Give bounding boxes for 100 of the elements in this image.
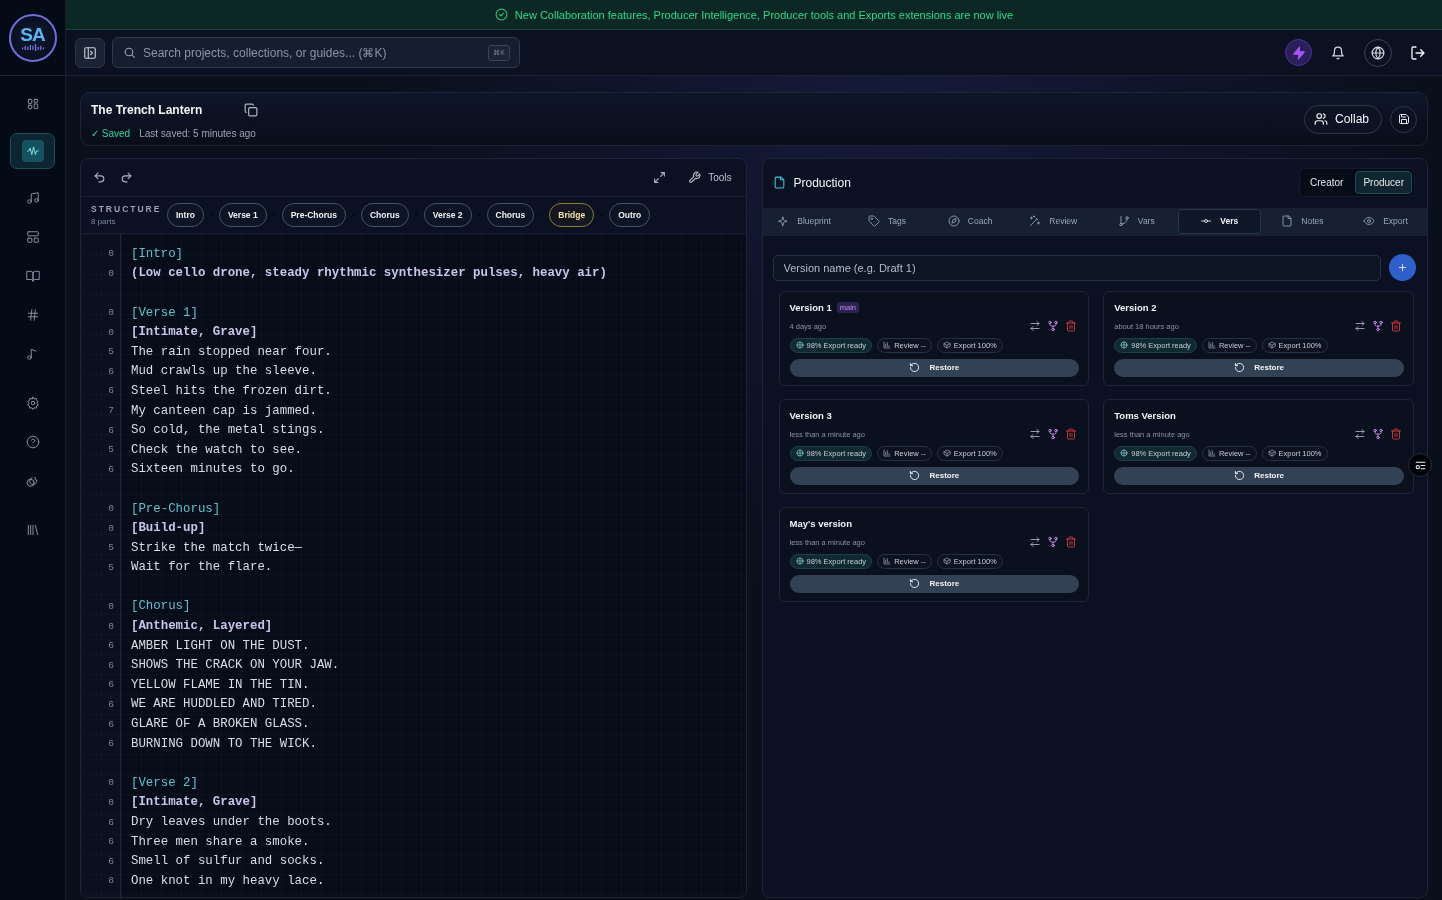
bar-chart-icon: [1207, 449, 1216, 458]
tab[interactable]: Notes: [1260, 208, 1344, 234]
branch-button[interactable]: [1372, 320, 1384, 333]
line-number: 6: [107, 679, 114, 691]
globe-icon: [1371, 45, 1385, 60]
mode-tab[interactable]: Creator: [1302, 171, 1352, 194]
section-tag: [Verse 2]: [131, 775, 198, 790]
box-icon: [1267, 341, 1276, 350]
delete-button[interactable]: [1390, 320, 1402, 333]
tab[interactable]: Coach: [928, 208, 1012, 234]
section-chip[interactable]: Verse 2: [423, 203, 472, 227]
line-number: 6: [107, 698, 114, 710]
section-chip[interactable]: Intro: [167, 203, 204, 227]
line-number: 0: [107, 267, 114, 279]
tab[interactable]: Tags: [845, 208, 929, 234]
tools-button[interactable]: Tools: [684, 168, 736, 187]
branch-icon: [1117, 215, 1130, 227]
section-chip[interactable]: Pre-Chorus: [281, 203, 346, 227]
line-number: 0: [107, 503, 114, 514]
line-number: 6: [107, 836, 114, 848]
section-tag: [Pre-Chorus]: [131, 501, 221, 516]
tab[interactable]: Review: [1011, 208, 1095, 234]
compass-icon: [947, 215, 960, 227]
nav-button[interactable]: [10, 133, 55, 169]
branch-button[interactable]: [1047, 536, 1060, 549]
lyric-line: Mud crawls up the sleeve.: [131, 364, 317, 379]
fork-icon: [1047, 536, 1060, 549]
sidebar-toggle-button[interactable]: [75, 37, 105, 68]
restore-icon: [909, 362, 921, 374]
line-number: 0: [107, 326, 114, 338]
direction-text: (Low cello drone, steady rhythmic synthesizer pulses, heavy air): [131, 266, 607, 281]
section-chip[interactable]: Chorus: [360, 203, 409, 227]
swap-icon: [1354, 428, 1366, 441]
version-name-field[interactable]: Version name (e.g. Draft 1): [772, 254, 1381, 281]
compare-button[interactable]: [1354, 428, 1366, 441]
sidebar-panel-icon: [83, 45, 97, 60]
box-icon: [942, 341, 951, 350]
compare-button[interactable]: [1029, 320, 1042, 333]
branch-button[interactable]: [1047, 428, 1060, 441]
mode-tab[interactable]: Producer: [1355, 171, 1412, 194]
line-number: 0: [107, 248, 114, 260]
compare-button[interactable]: [1354, 320, 1366, 333]
eye-icon: [1363, 215, 1376, 227]
box-icon: [942, 449, 951, 458]
branch-button[interactable]: [1047, 320, 1060, 333]
version-name: Toms Version: [1114, 410, 1176, 422]
tab[interactable]: Vars: [1094, 208, 1178, 234]
structure-label: STRUCTURE: [91, 204, 163, 214]
last-saved-text: Last saved: 5 minutes ago: [139, 127, 256, 139]
restore-icon: [909, 578, 921, 590]
restore-button[interactable]: Restore: [789, 358, 1080, 377]
box-icon: [1267, 449, 1276, 458]
lyric-line: So cold, the metal stings.: [131, 423, 325, 438]
compare-button[interactable]: [1029, 428, 1042, 441]
delete-button[interactable]: [1065, 428, 1078, 441]
globe-icon: [795, 341, 804, 350]
project-title[interactable]: The Trench Lantern: [91, 102, 241, 117]
section-chip[interactable]: Verse 1: [218, 203, 267, 227]
tab[interactable]: Vers: [1177, 208, 1261, 234]
waveform-icon: [21, 140, 44, 162]
section-chip[interactable]: Chorus: [486, 203, 535, 227]
line-number: 6: [107, 718, 114, 730]
lyric-line: Wait for the flare.: [131, 560, 273, 575]
swap-icon: [1029, 320, 1042, 333]
line-number: 7: [107, 405, 114, 417]
restore-icon: [1234, 470, 1246, 482]
add-version-button[interactable]: [1389, 254, 1416, 281]
document-icon: [1281, 215, 1294, 227]
collab-button[interactable]: Collab: [1303, 104, 1382, 134]
delete-button[interactable]: [1065, 536, 1078, 549]
hash-icon: [25, 308, 40, 322]
restore-button[interactable]: Restore: [789, 574, 1080, 593]
lyric-line: AMBER LIGHT ON THE DUST.: [131, 638, 310, 653]
line-number: 0: [107, 777, 114, 789]
line-number: 0: [107, 522, 114, 534]
boost-button[interactable]: [1285, 39, 1312, 66]
bell-icon: [1331, 45, 1345, 60]
globe-icon: [1120, 341, 1129, 350]
restore-button[interactable]: Restore: [789, 466, 1080, 485]
line-number: 0: [107, 620, 114, 632]
branch-button[interactable]: [1372, 428, 1384, 441]
direction-text: [Anthemic, Layered]: [131, 619, 273, 634]
section-chip[interactable]: Bridge: [549, 203, 595, 227]
section-chip[interactable]: Outro: [609, 203, 651, 227]
restore-button[interactable]: Restore: [1114, 466, 1404, 485]
delete-button[interactable]: [1065, 320, 1078, 333]
line-number: 6: [107, 816, 114, 828]
trash-icon: [1065, 320, 1078, 333]
plus-icon: [1397, 262, 1408, 273]
trash-icon: [1390, 428, 1402, 441]
tab[interactable]: Blueprint: [762, 208, 846, 234]
swap-icon: [1029, 428, 1042, 441]
delete-button[interactable]: [1390, 428, 1402, 441]
help-icon: [25, 435, 40, 449]
section-tag: [Verse 1]: [131, 305, 198, 320]
fork-icon: [1372, 428, 1384, 441]
tab[interactable]: Export: [1343, 208, 1427, 234]
restore-button[interactable]: Restore: [1114, 358, 1404, 377]
compare-button[interactable]: [1029, 536, 1042, 549]
lyric-line: WE ARE HUDDLED AND TIRED.: [131, 697, 317, 712]
